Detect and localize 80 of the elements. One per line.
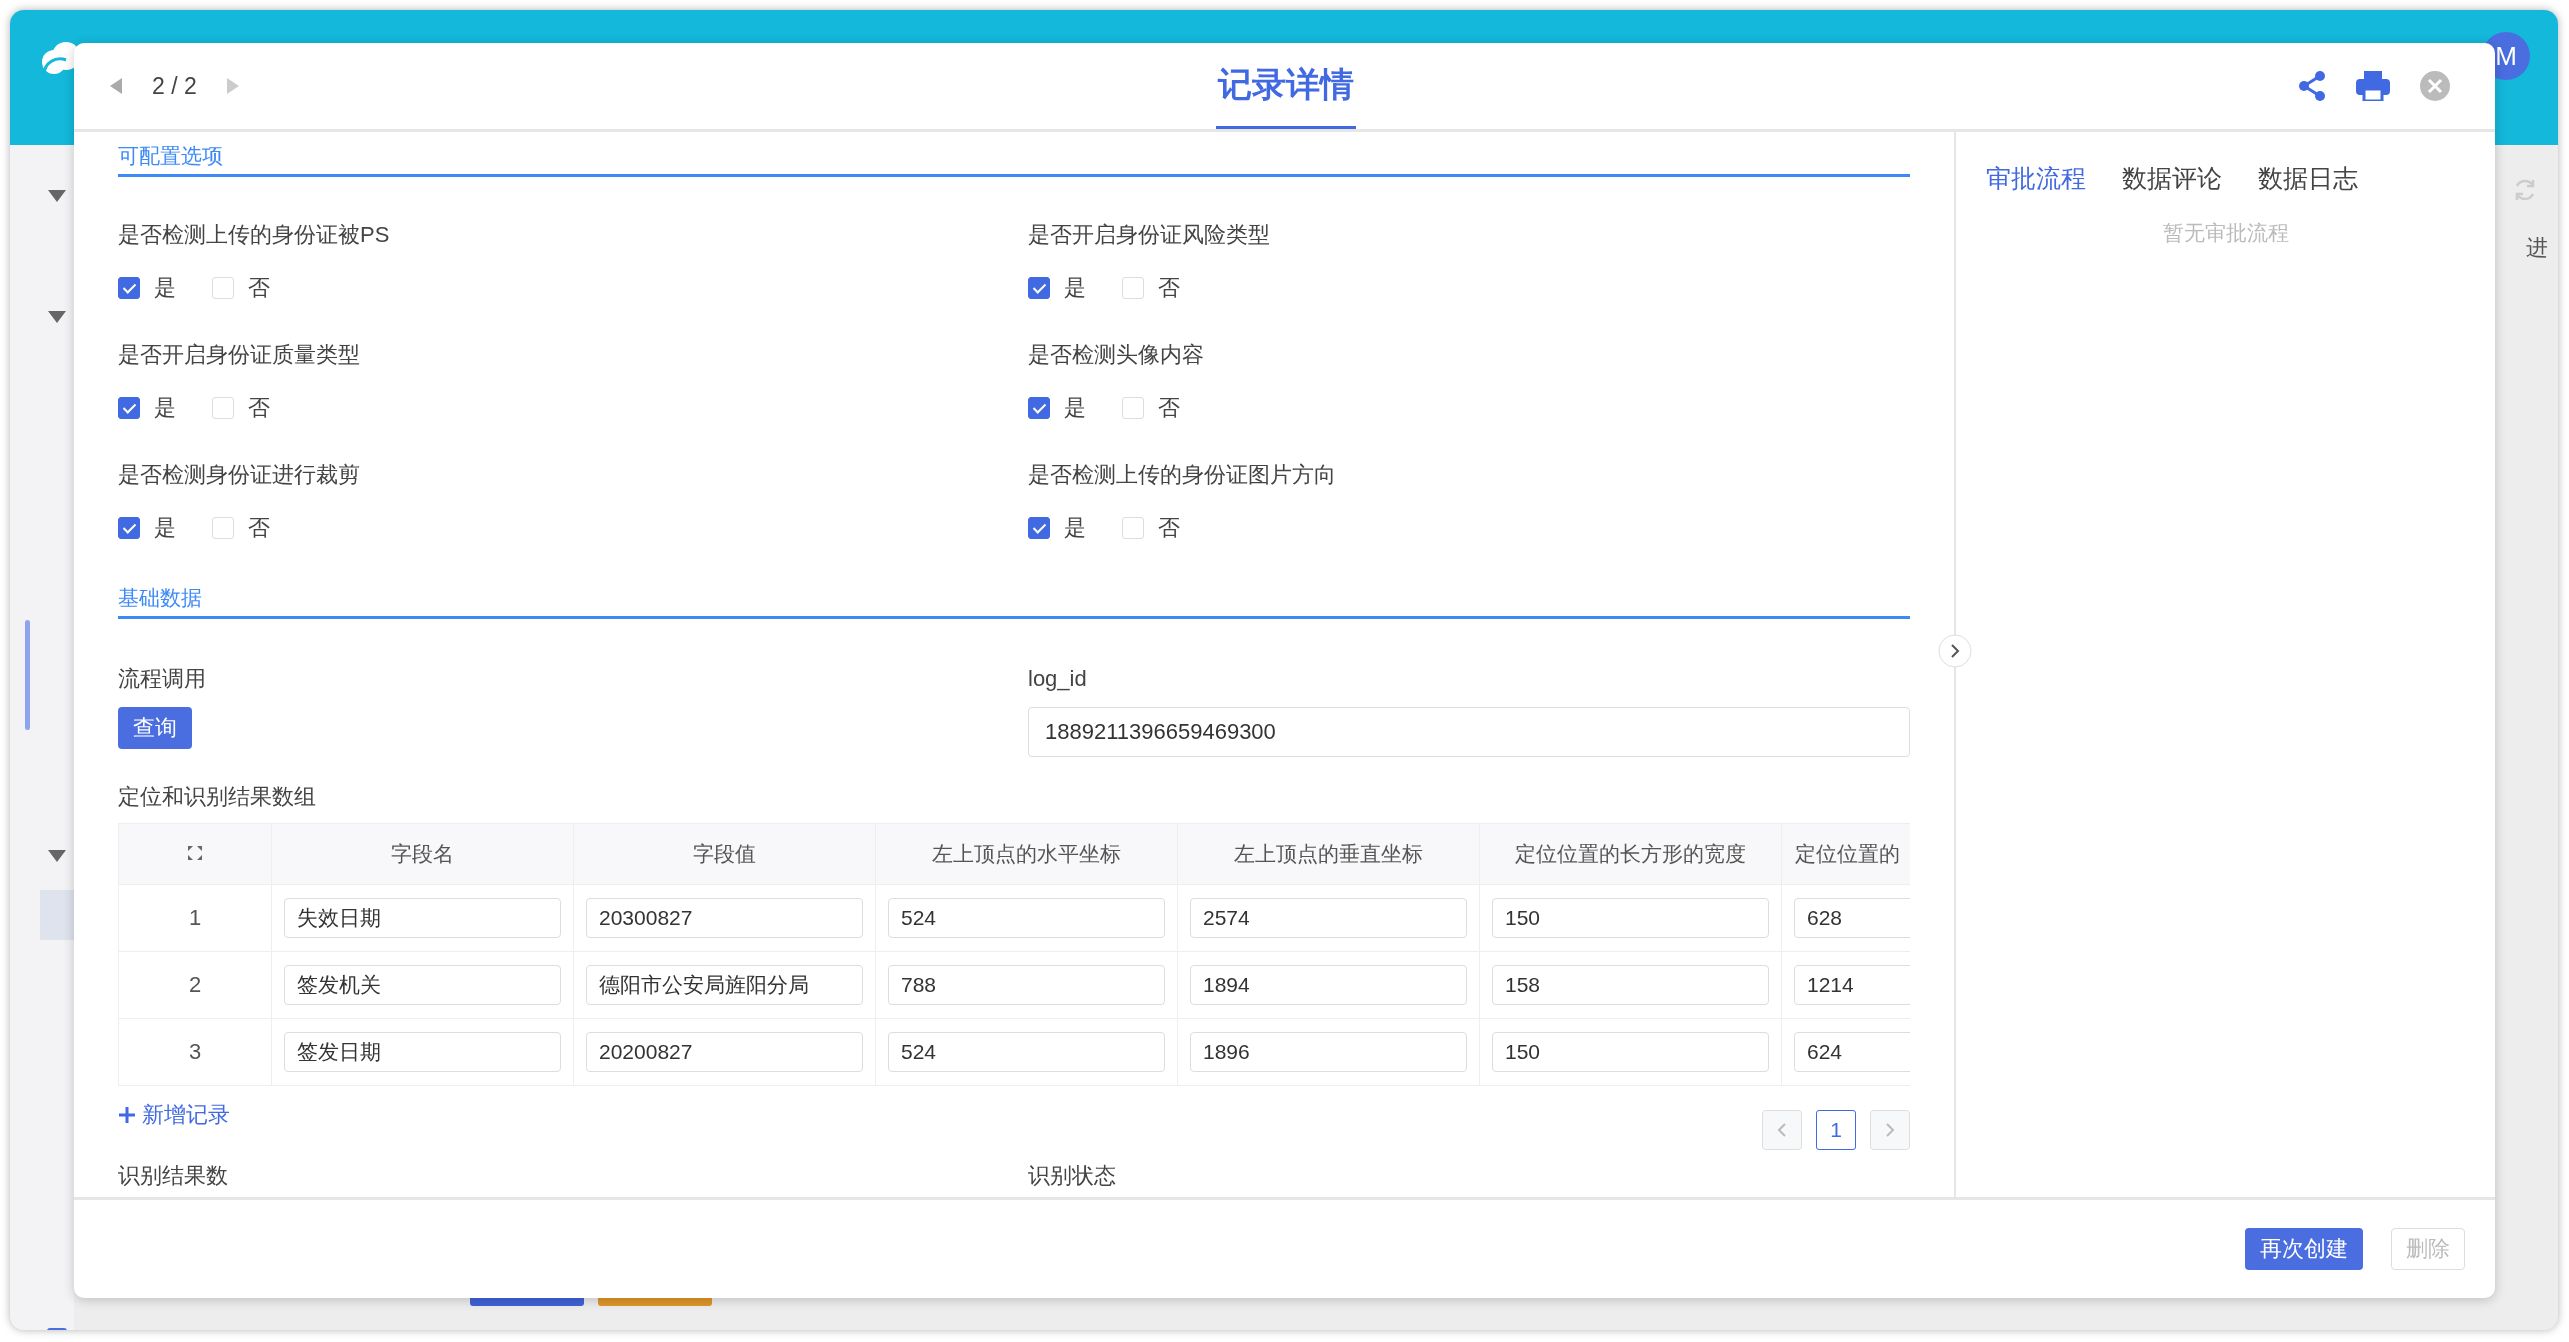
field-label: 识别状态 (1028, 1162, 1117, 1190)
cell-input-field[interactable]: 524 (888, 898, 1165, 938)
cell-input-field[interactable]: 150 (1492, 898, 1769, 938)
field-label: 是否检测上传的身份证图片方向 (1028, 461, 1337, 489)
plus-icon (118, 1106, 136, 1124)
field-label: 是否开启身份证质量类型 (118, 341, 361, 369)
panel-tab[interactable]: 数据日志 (2258, 162, 2358, 195)
field-label: 是否检测上传的身份证被PS (118, 221, 391, 249)
modal-title: 记录详情 (1216, 43, 1356, 129)
column-header: 字段值 (573, 824, 876, 885)
column-header: 左上顶点的垂直坐标 (1177, 824, 1480, 885)
checkbox[interactable] (118, 397, 140, 419)
panel-tab[interactable]: 数据评论 (2122, 162, 2222, 195)
expand-icon[interactable] (187, 845, 203, 861)
column-header: 字段名 (271, 824, 574, 885)
row-number: 3 (119, 1018, 272, 1085)
cell-input-field[interactable]: 德阳市公安局旌阳分局 (586, 965, 863, 1005)
checkbox[interactable] (118, 277, 140, 299)
column-header: 左上顶点的水平坐标 (875, 824, 1178, 885)
cell-input-field[interactable]: 158 (1492, 965, 1769, 1005)
field-label: 流程调用 (118, 665, 206, 693)
checkbox-option[interactable]: 是 (1028, 512, 1086, 544)
checkbox-option[interactable]: 是 (118, 272, 176, 304)
cell-input-field[interactable]: 1896 (1190, 1032, 1467, 1072)
checkbox-option[interactable]: 是 (118, 512, 176, 544)
add-record-link[interactable]: 新增记录 (118, 1100, 230, 1130)
cell-input-field[interactable]: 788 (888, 965, 1165, 1005)
cell-input-field[interactable]: 1894 (1190, 965, 1467, 1005)
field-label: 是否检测头像内容 (1028, 341, 1205, 369)
footer-button: 删除 (2391, 1228, 2465, 1270)
field-label: 定位和识别结果数组 (118, 783, 317, 811)
selected-item-background (40, 890, 74, 940)
row-number: 1 (119, 884, 272, 952)
table-header-text: 进 (2526, 234, 2548, 262)
checkbox-option[interactable]: 否 (212, 512, 270, 544)
section-title: 基础数据 (118, 584, 1910, 619)
share-icon[interactable] (2298, 71, 2326, 101)
checkbox-option[interactable]: 否 (212, 272, 270, 304)
field-label: 识别结果数 (118, 1162, 229, 1190)
column-header: 定位位置的 (1781, 824, 1910, 885)
checkbox-option[interactable]: 否 (1122, 392, 1180, 424)
checkbox[interactable] (1028, 397, 1050, 419)
empty-state-text: 暂无审批流程 (2161, 220, 2290, 246)
checkbox-option[interactable]: 是 (1028, 392, 1086, 424)
page-button[interactable]: 1 (1816, 1110, 1856, 1150)
field-label: log_id (1028, 665, 1087, 693)
row-number: 2 (119, 951, 272, 1019)
cell-input-field[interactable]: 628 (1794, 898, 1910, 938)
column-header: 定位位置的长方形的宽度 (1479, 824, 1782, 885)
cell-input-field[interactable]: 签发机关 (284, 965, 561, 1005)
checkbox-option[interactable]: 是 (1028, 272, 1086, 304)
field-label: 是否开启身份证风险类型 (1028, 221, 1271, 249)
collapse-triangle-icon[interactable] (48, 311, 66, 323)
cell-input-field[interactable]: 150 (1492, 1032, 1769, 1072)
cell-input-field[interactable]: 1214 (1794, 965, 1910, 1005)
panel-tab[interactable]: 审批流程 (1986, 162, 2086, 195)
footer-button[interactable]: 再次创建 (2245, 1228, 2363, 1270)
cell-input-field[interactable]: 2574 (1190, 898, 1467, 938)
log-id-field[interactable]: 1889211396659469300 (1028, 707, 1910, 757)
checkbox-option[interactable]: 否 (212, 392, 270, 424)
collapse-triangle-icon[interactable] (48, 850, 66, 862)
checkbox[interactable] (1028, 517, 1050, 539)
collapse-triangle-icon[interactable] (48, 190, 66, 202)
printer-icon[interactable] (2356, 71, 2390, 101)
cell-input-field[interactable]: 624 (1794, 1032, 1910, 1072)
cell-input-field[interactable]: 失效日期 (284, 898, 561, 938)
cell-input-field[interactable]: 签发日期 (284, 1032, 561, 1072)
checkbox-option[interactable]: 否 (1122, 272, 1180, 304)
checkbox[interactable] (118, 517, 140, 539)
field-label: 是否检测身份证进行裁剪 (118, 461, 361, 489)
section-title: 可配置选项 (118, 142, 1910, 177)
checkbox[interactable] (1028, 277, 1050, 299)
cell-input-field[interactable]: 20200827 (586, 1032, 863, 1072)
collapse-panel-button[interactable] (1938, 634, 1972, 668)
query-button[interactable]: 查询 (118, 707, 192, 749)
record-counter: 2 / 2 (152, 72, 197, 100)
checkbox-option[interactable]: 否 (1122, 512, 1180, 544)
cell-input-field[interactable]: 524 (888, 1032, 1165, 1072)
cell-input-field[interactable]: 20300827 (586, 898, 863, 938)
checkbox-option[interactable]: 是 (118, 392, 176, 424)
